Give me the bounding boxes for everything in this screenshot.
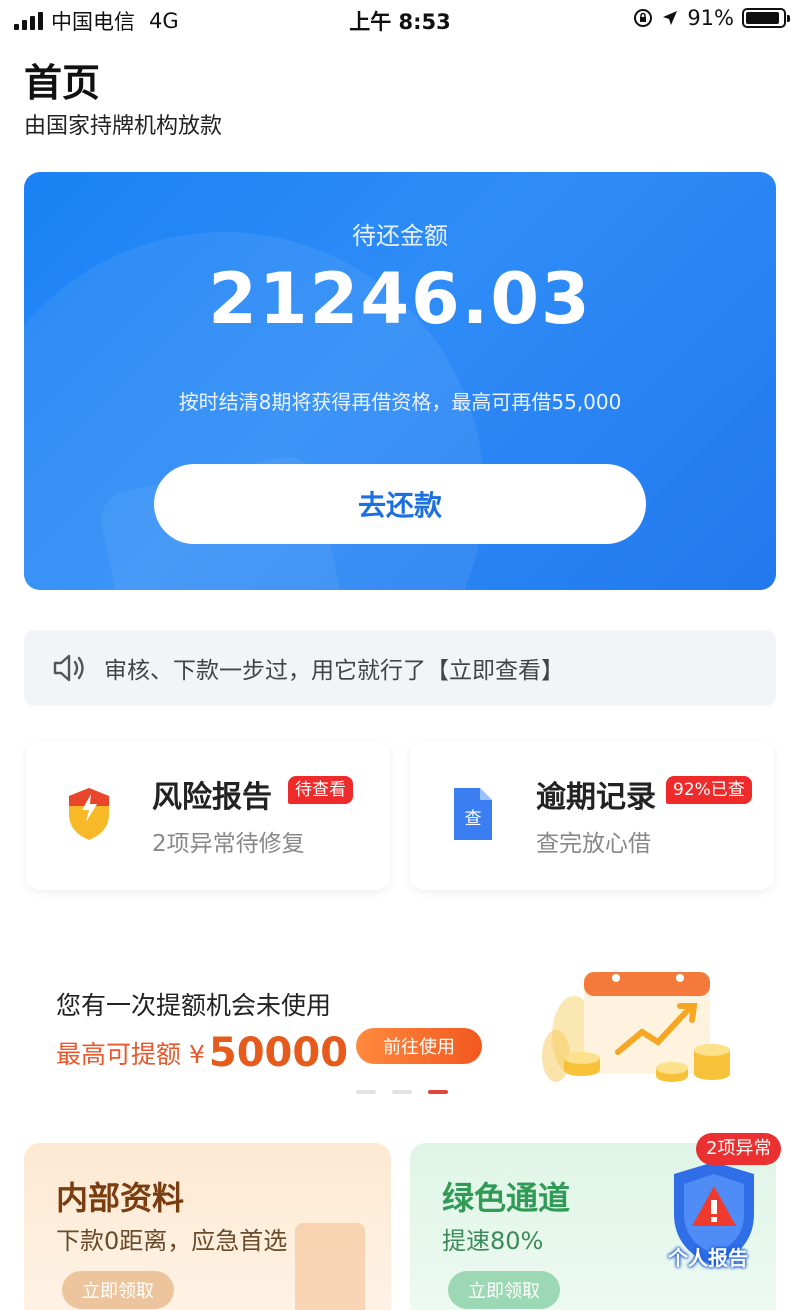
shield-lightning-icon: [69, 788, 109, 840]
card-decoration: [295, 1223, 365, 1310]
notice-bar[interactable]: 审核、下款一步过，用它就行了【立即查看】: [24, 630, 776, 706]
status-badge: 待查看: [288, 776, 353, 804]
status-badge: 92%已查: [666, 776, 752, 804]
promo-amount-line: 最高可提额 ¥ 50000: [56, 1030, 348, 1076]
repay-card: 待还金额 21246.03 按时结清8期将获得再借资格，最高可再借55,000 …: [24, 172, 776, 590]
battery-icon: [742, 8, 790, 28]
promo-prefix: 最高可提额 ¥: [56, 1040, 205, 1069]
card-title: 绿色通道: [442, 1179, 571, 1217]
calendar-growth-icon: [542, 972, 730, 1082]
repay-amount: 21246.03: [208, 258, 592, 340]
promo-banner[interactable]: 您有一次提额机会未使用 最高可提额 ¥ 50000 前往使用: [0, 950, 800, 1100]
carousel-dot[interactable]: [428, 1090, 448, 1094]
personal-report-label[interactable]: 个人报告: [668, 1242, 748, 1271]
page-subtitle: 由国家持牌机构放款: [24, 114, 223, 139]
claim-button[interactable]: 立即领取: [62, 1271, 174, 1309]
document-check-icon: 查: [454, 788, 492, 840]
use-now-button[interactable]: 前往使用: [356, 1028, 482, 1064]
internal-data-card[interactable]: 内部资料 下款0距离，应急首选 立即领取: [24, 1143, 391, 1310]
feature-subtitle: 2项异常待修复: [152, 831, 305, 857]
feature-subtitle: 查完放心借: [536, 831, 651, 857]
notice-text: 审核、下款一步过，用它就行了【立即查看】: [104, 658, 564, 684]
card-subtitle: 提速80%: [442, 1227, 544, 1255]
promo-title: 您有一次提额机会未使用: [56, 991, 332, 1020]
carousel-dot[interactable]: [392, 1090, 412, 1094]
repay-note: 按时结清8期将获得再借资格，最高可再借55,000: [178, 390, 622, 414]
repay-button[interactable]: 去还款: [154, 464, 646, 544]
overdue-record-card[interactable]: 查 逾期记录 92%已查 查完放心借: [410, 742, 774, 890]
svg-text:查: 查: [465, 809, 482, 829]
claim-button[interactable]: 立即领取: [448, 1271, 560, 1309]
anomaly-badge: 2项异常: [696, 1133, 782, 1165]
card-title: 内部资料: [56, 1179, 185, 1217]
carousel-indicator: [356, 1090, 448, 1094]
carousel-dot[interactable]: [356, 1090, 376, 1094]
feature-title: 逾期记录: [536, 780, 656, 815]
promo-amount: 50000: [208, 1030, 349, 1076]
page-title: 首页: [24, 61, 101, 105]
screen-lock-icon: [634, 9, 653, 27]
speaker-icon: [53, 654, 84, 682]
location-icon: [663, 11, 678, 25]
battery-percent: 91%: [687, 6, 734, 30]
status-bar: 中国电信 4G 上午 8:53 91%: [0, 0, 800, 38]
feature-title: 风险报告: [152, 780, 272, 815]
status-right: 91%: [633, 6, 790, 30]
risk-report-card[interactable]: 风险报告 待查看 2项异常待修复: [26, 742, 390, 890]
repay-label: 待还金额: [352, 222, 448, 250]
card-subtitle: 下款0距离，应急首选: [56, 1227, 288, 1255]
